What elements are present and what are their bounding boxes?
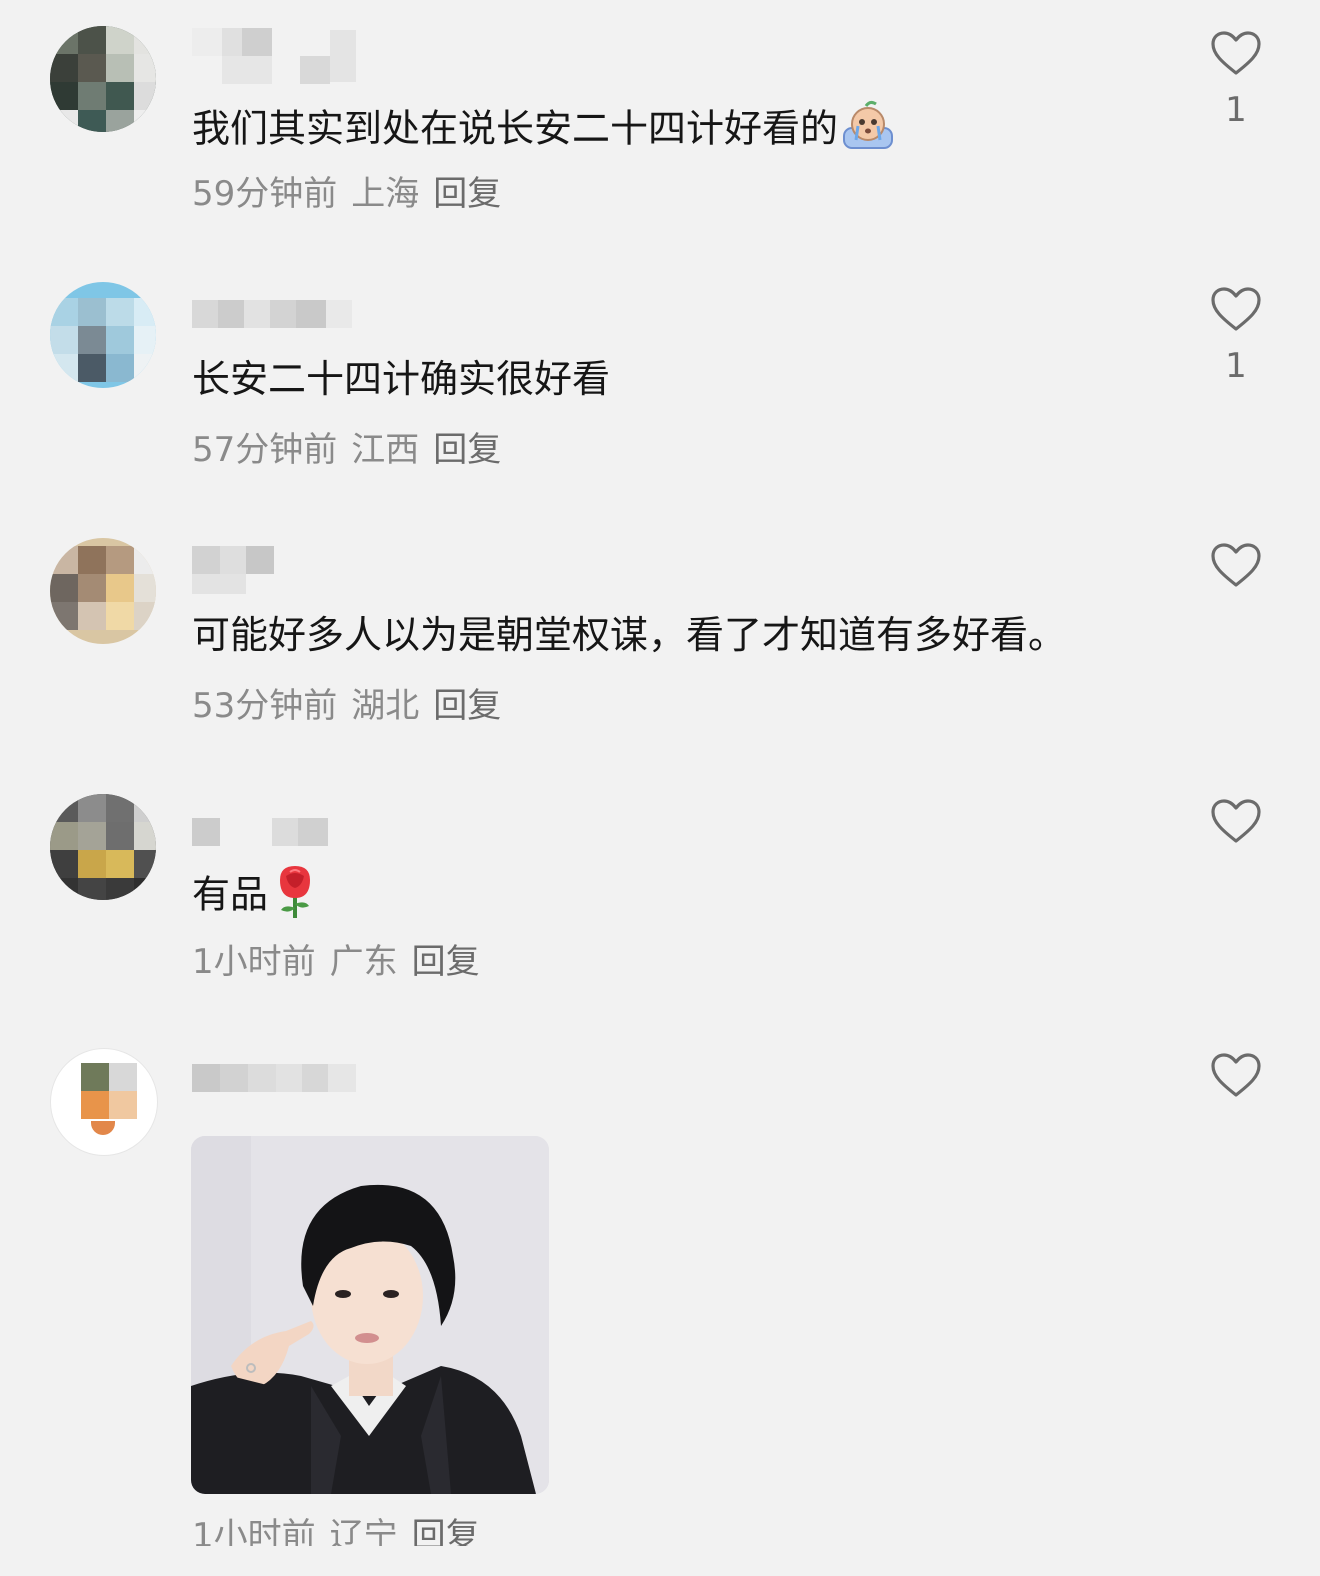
- heart-outline-icon: [1211, 31, 1261, 75]
- like-button[interactable]: 1: [1206, 286, 1266, 386]
- comment-text: 长安二十四计确实很好看: [192, 354, 610, 404]
- heart-outline-icon: [1211, 799, 1261, 843]
- comment-text: 可能好多人以为是朝堂权谋，看了才知道有多好看。: [192, 610, 1066, 660]
- comment-image[interactable]: [191, 1136, 549, 1494]
- comment-text-content: 长安二十四计确实很好看: [192, 357, 611, 401]
- portrait-photo: [191, 1136, 549, 1494]
- avatar[interactable]: [50, 282, 156, 388]
- comment-time: 59分钟前: [192, 174, 338, 214]
- comment-time: 53分钟前: [192, 686, 338, 726]
- avatar[interactable]: [50, 26, 156, 132]
- comment-meta: 59分钟前 上海 回复: [192, 172, 515, 216]
- crying-emoji-icon: [840, 98, 896, 164]
- comment-meta: 57分钟前 江西 回复: [192, 428, 515, 472]
- comment-location: 江西: [351, 430, 420, 470]
- comment-text-content: 有品: [192, 872, 269, 917]
- heart-outline-icon: [1211, 287, 1261, 331]
- comment-time: 57分钟前: [192, 430, 338, 470]
- like-button[interactable]: [1206, 798, 1266, 858]
- like-count: 1: [1225, 346, 1247, 386]
- comment-text-content: 可能好多人以为是朝堂权谋，看了才知道有多好看。: [192, 613, 1067, 657]
- like-button[interactable]: 1: [1206, 30, 1266, 130]
- like-button[interactable]: [1206, 1052, 1266, 1112]
- comment-text: 我们其实到处在说长安二十四计好看的: [192, 98, 896, 164]
- comment-location: 广东: [329, 942, 398, 982]
- avatar[interactable]: [50, 538, 156, 644]
- reply-button[interactable]: 回复: [412, 942, 480, 982]
- avatar[interactable]: [50, 1048, 158, 1156]
- comment-meta: 1小时前 广东 回复: [192, 940, 494, 984]
- bottom-fade: [0, 1546, 1320, 1576]
- comment-text: 有品: [192, 862, 320, 932]
- comment-location: 上海: [351, 174, 420, 214]
- heart-outline-icon: [1211, 543, 1261, 587]
- comment-time: 1小时前: [192, 942, 316, 982]
- reply-button[interactable]: 回复: [433, 174, 501, 214]
- comment-text-content: 我们其实到处在说长安二十四计好看的: [192, 106, 839, 151]
- heart-outline-icon: [1211, 1053, 1261, 1097]
- avatar[interactable]: [50, 794, 156, 900]
- rose-emoji-icon: [270, 862, 320, 932]
- comment-meta: 53分钟前 湖北 回复: [192, 684, 515, 728]
- reply-button[interactable]: 回复: [433, 430, 501, 470]
- like-button[interactable]: [1206, 542, 1266, 602]
- reply-button[interactable]: 回复: [433, 686, 501, 726]
- like-count: 1: [1225, 90, 1247, 130]
- comment-location: 湖北: [351, 686, 420, 726]
